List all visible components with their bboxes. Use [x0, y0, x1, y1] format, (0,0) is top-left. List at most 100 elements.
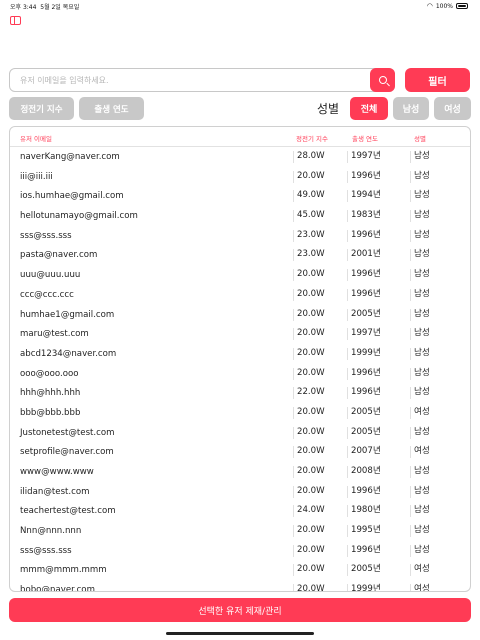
cell-power: 49.0W — [293, 190, 325, 203]
cell-email: maru@test.com — [20, 329, 89, 340]
cell-gender: 남성 — [410, 210, 430, 223]
table-row[interactable]: maru@test.com 20.0W 1997년 남성 — [10, 324, 470, 344]
gender-female-button[interactable]: 여성 — [434, 97, 471, 120]
cell-year: 2001년 — [347, 249, 381, 262]
cell-power: 20.0W — [293, 426, 325, 439]
cell-gender: 남성 — [410, 544, 430, 557]
table-row[interactable]: ooo@ooo.ooo 20.0W 1996년 남성 — [10, 364, 470, 384]
cell-email: iii@iii.iii — [20, 171, 53, 182]
cell-email: ooo@ooo.ooo — [20, 368, 79, 379]
cell-email: hhh@hhh.hhh — [20, 388, 81, 399]
table-row[interactable]: mmm@mmm.mmm 20.0W 2005년 여성 — [10, 560, 470, 580]
cell-year: 1994년 — [347, 190, 381, 203]
cell-gender: 남성 — [410, 269, 430, 282]
cell-power: 20.0W — [293, 288, 325, 301]
manage-selected-users-button[interactable]: 선택한 유저 제재/관리 — [9, 598, 471, 622]
cell-year: 1997년 — [347, 328, 381, 341]
table-header: 유저 이메일 정전기 지수 출생 연도 성별 — [10, 127, 470, 147]
cell-gender: 남성 — [410, 190, 430, 203]
cell-email: bbb@bbb.bbb — [20, 407, 81, 418]
cell-gender: 여성 — [410, 406, 430, 419]
cell-email: uuu@uuu.uuu — [20, 270, 81, 281]
table-row[interactable]: sss@sss.sss 23.0W 1996년 남성 — [10, 226, 470, 246]
table-row[interactable]: setprofile@naver.com 20.0W 2007년 여성 — [10, 442, 470, 462]
cell-gender: 여성 — [410, 584, 430, 591]
cell-gender: 남성 — [410, 367, 430, 380]
table-row[interactable]: sss@sss.sss 20.0W 1996년 남성 — [10, 541, 470, 561]
cell-year: 1996년 — [347, 170, 381, 183]
table-row[interactable]: uuu@uuu.uuu 20.0W 1996년 남성 — [10, 265, 470, 285]
search-button[interactable] — [370, 68, 395, 92]
search-input[interactable] — [20, 73, 370, 88]
table-row[interactable]: bbb@bbb.bbb 20.0W 2005년 여성 — [10, 403, 470, 423]
gender-all-button[interactable]: 전체 — [350, 97, 388, 120]
status-date: 5월 2일 목요일 — [40, 4, 80, 11]
cell-power: 20.0W — [293, 347, 325, 360]
sidebar-icon[interactable] — [10, 16, 21, 25]
table-row[interactable]: www@www.www 20.0W 2008년 남성 — [10, 462, 470, 482]
cell-year: 2005년 — [347, 308, 381, 321]
header-year[interactable]: 출생 연도 — [352, 133, 378, 143]
battery-percent: 100% — [435, 2, 453, 10]
sort-by-year-button[interactable]: 출생 연도 — [79, 97, 144, 120]
user-table[interactable]: 유저 이메일 정전기 지수 출생 연도 성별 naverKang@naver.c… — [9, 126, 471, 592]
cell-email: hellotunamayo@gmail.com — [20, 211, 138, 222]
table-row[interactable]: pasta@naver.com 23.0W 2001년 남성 — [10, 245, 470, 265]
cell-power: 20.0W — [293, 170, 325, 183]
cell-year: 2007년 — [347, 446, 381, 459]
table-row[interactable]: ilidan@test.com 20.0W 1996년 남성 — [10, 482, 470, 502]
cell-gender: 남성 — [410, 151, 430, 163]
cell-email: ilidan@test.com — [20, 486, 90, 497]
status-time: 오후 3:44 — [10, 4, 37, 11]
cell-email: sss@sss.sss — [20, 230, 72, 241]
table-row[interactable]: Justonetest@test.com 20.0W 2005년 남성 — [10, 423, 470, 443]
header-power[interactable]: 정전기 지수 — [296, 133, 328, 143]
cell-year: 1996년 — [347, 269, 381, 282]
header-gender[interactable]: 성별 — [414, 133, 426, 143]
filter-button[interactable]: 필터 — [405, 68, 470, 92]
wifi-icon: ◠ — [426, 2, 433, 10]
cell-email: www@www.www — [20, 467, 94, 477]
table-row[interactable]: humhae1@gmail.com 20.0W 2005년 남성 — [10, 305, 470, 325]
table-row[interactable]: Nnn@nnn.nnn 20.0W 1995년 남성 — [10, 521, 470, 541]
cell-year: 2008년 — [347, 466, 381, 478]
cell-year: 1999년 — [347, 584, 381, 591]
cell-power: 22.0W — [293, 387, 325, 400]
cell-year: 1996년 — [347, 367, 381, 380]
cell-gender: 남성 — [410, 485, 430, 498]
cell-power: 24.0W — [293, 505, 325, 518]
table-row[interactable]: iii@iii.iii 20.0W 1996년 남성 — [10, 167, 470, 187]
cell-power: 20.0W — [293, 269, 325, 282]
cell-power: 20.0W — [293, 544, 325, 557]
cell-power: 20.0W — [293, 406, 325, 419]
gender-male-button[interactable]: 남성 — [393, 97, 429, 120]
cell-email: ios.humhae@gmail.com — [20, 191, 124, 202]
cell-email: Nnn@nnn.nnn — [20, 526, 82, 537]
sort-by-power-button[interactable]: 정전기 지수 — [9, 97, 74, 120]
table-row[interactable]: teachertest@test.com 24.0W 1980년 남성 — [10, 501, 470, 521]
cell-gender: 여성 — [410, 564, 430, 577]
table-row[interactable]: abcd1234@naver.com 20.0W 1999년 남성 — [10, 344, 470, 364]
cell-gender: 남성 — [410, 466, 430, 478]
cell-year: 1996년 — [347, 229, 381, 242]
table-row[interactable]: bobo@naver.com 20.0W 1999년 여성 — [10, 580, 470, 591]
cell-power: 23.0W — [293, 229, 325, 242]
table-row[interactable]: hellotunamayo@gmail.com 45.0W 1983년 남성 — [10, 206, 470, 226]
cell-year: 1980년 — [347, 505, 381, 518]
table-row[interactable]: ios.humhae@gmail.com 49.0W 1994년 남성 — [10, 186, 470, 206]
cell-email: naverKang@naver.com — [20, 152, 120, 162]
cell-gender: 남성 — [410, 249, 430, 262]
cell-power: 20.0W — [293, 367, 325, 380]
cell-email: sss@sss.sss — [20, 545, 72, 556]
cell-email: ccc@ccc.ccc — [20, 289, 74, 300]
header-email[interactable]: 유저 이메일 — [20, 133, 52, 143]
cell-power: 28.0W — [293, 151, 325, 163]
cell-gender: 남성 — [410, 505, 430, 518]
cell-power: 23.0W — [293, 249, 325, 262]
table-row[interactable]: ccc@ccc.ccc 20.0W 1996년 남성 — [10, 285, 470, 305]
cell-year: 1999년 — [347, 347, 381, 360]
cell-gender: 남성 — [410, 308, 430, 321]
table-row[interactable]: hhh@hhh.hhh 22.0W 1996년 남성 — [10, 383, 470, 403]
table-row[interactable]: naverKang@naver.com 28.0W 1997년 남성 — [10, 147, 470, 167]
cell-year: 2005년 — [347, 564, 381, 577]
